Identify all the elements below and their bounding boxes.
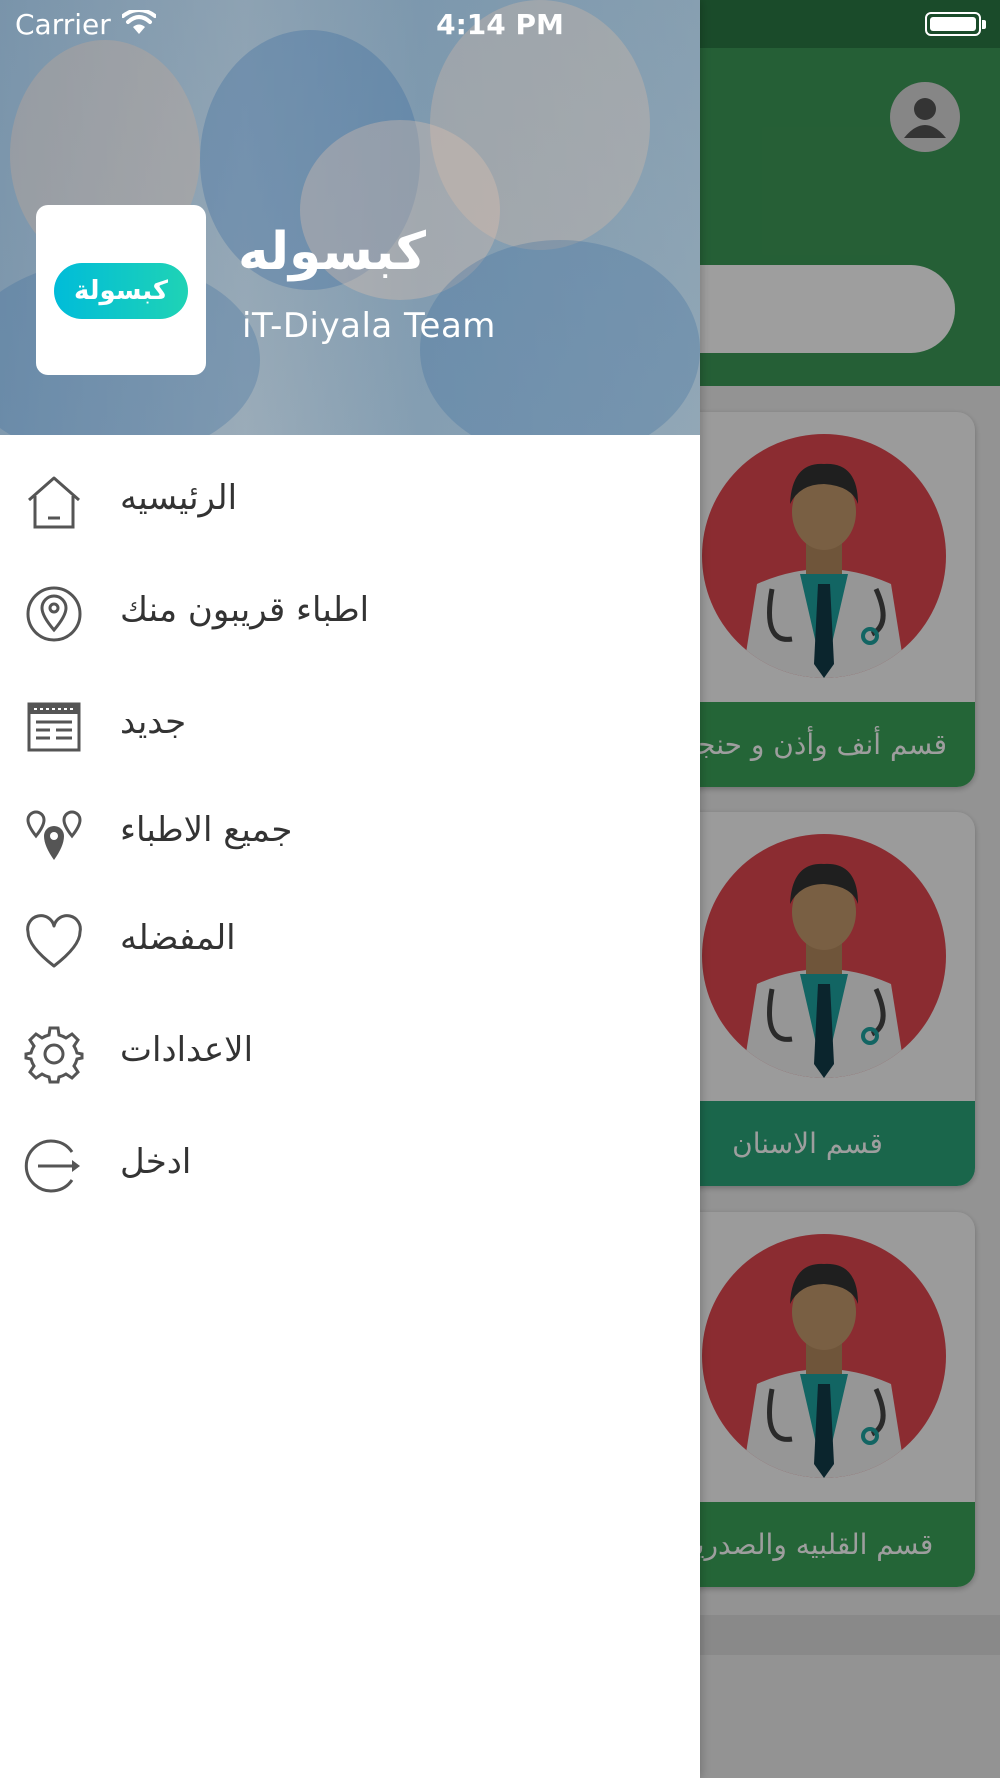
menu-item-label: جديد — [120, 702, 187, 742]
news-icon — [27, 702, 81, 752]
heart-icon — [26, 914, 82, 968]
menu-item-nearby-doctors[interactable]: اطباء قريبون منك — [0, 572, 700, 662]
app-name: كبسوله — [238, 222, 427, 282]
battery-icon — [925, 12, 986, 36]
team-name: iT-Diyala Team — [242, 306, 496, 346]
logo-text: كبسولة — [54, 263, 188, 319]
login-icon — [24, 1139, 80, 1193]
home-icon — [28, 476, 80, 529]
menu-item-settings[interactable]: الاعدادات — [0, 1012, 700, 1102]
navigation-drawer: كبسولة كبسوله iT-Diyala Team الرئيسيه اط… — [0, 0, 700, 1778]
menu-item-label: اطباء قريبون منك — [120, 590, 370, 630]
location-pin-icon — [26, 586, 82, 642]
menu-item-all-doctors[interactable]: جميع الاطباء — [0, 792, 700, 882]
multiple-locations-icon — [26, 810, 82, 860]
menu-item-label: ادخل — [120, 1142, 192, 1182]
gear-icon — [24, 1026, 84, 1084]
status-bar: Carrier 4:14 PM — [0, 0, 1000, 48]
menu-item-login[interactable]: ادخل — [0, 1124, 700, 1214]
menu-item-home[interactable]: الرئيسيه — [0, 460, 700, 550]
menu-item-label: الرئيسيه — [120, 478, 238, 518]
status-time: 4:14 PM — [436, 8, 564, 41]
menu-item-label: الاعدادات — [120, 1030, 254, 1070]
menu-item-label: جميع الاطباء — [120, 810, 293, 850]
menu-item-label: المفضله — [120, 918, 236, 958]
app-logo: كبسولة — [36, 205, 206, 375]
drawer-header: كبسولة كبسوله iT-Diyala Team — [0, 0, 700, 435]
menu-item-new[interactable]: جديد — [0, 684, 700, 774]
menu-item-favorites[interactable]: المفضله — [0, 900, 700, 990]
